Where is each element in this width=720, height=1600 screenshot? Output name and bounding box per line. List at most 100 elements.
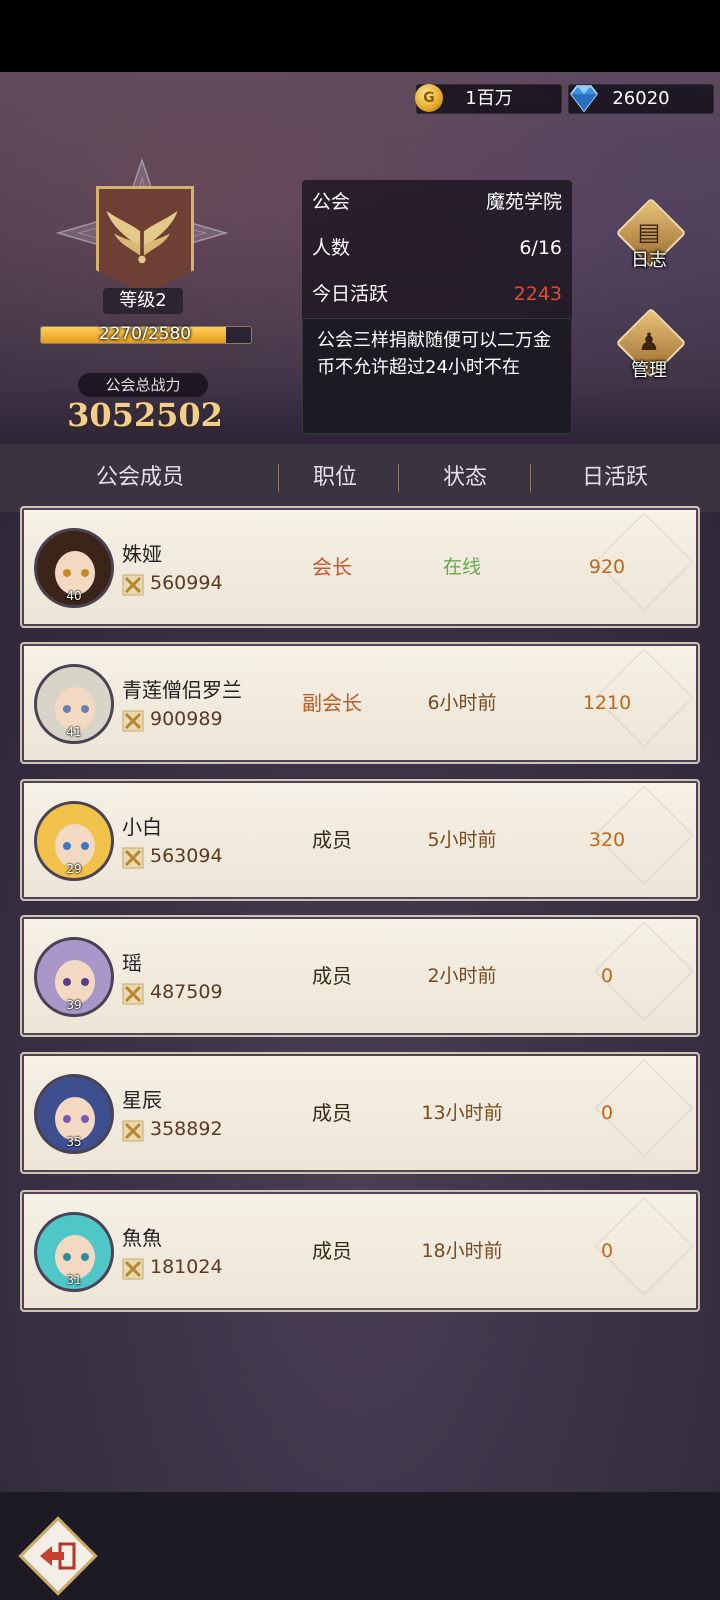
member-name: 魚魚: [122, 1226, 162, 1250]
member-avatar[interactable]: 41: [34, 664, 114, 744]
member-power: 487509: [150, 981, 223, 1003]
guild-power-label: 公会总战力: [78, 373, 208, 397]
member-daily-active: 1210: [582, 692, 632, 714]
avatar-eye: [81, 1115, 89, 1123]
avatar-eye: [81, 1253, 89, 1261]
member-power: 900989: [150, 708, 223, 730]
crossed-swords-icon: [122, 847, 144, 869]
avatar-eye: [63, 705, 71, 713]
member-level: 40: [66, 589, 82, 603]
crossed-swords-icon: [122, 574, 144, 596]
member-count-row: 人数 6/16: [312, 228, 562, 268]
member-daily-active: 0: [600, 1102, 614, 1124]
member-power: 358892: [150, 1118, 223, 1140]
member-card[interactable]: 29 小白 563094 成员 5小时前 320: [20, 779, 700, 901]
guild-name-row: 公会 魔苑学院: [312, 182, 562, 222]
guild-name-value: 魔苑学院: [485, 191, 562, 213]
member-role: 成员: [312, 828, 352, 852]
avatar-eye: [63, 1253, 71, 1261]
member-name: 星辰: [122, 1088, 162, 1112]
member-card[interactable]: 35 星辰 358892 成员 13小时前 0: [20, 1052, 700, 1174]
header-divider: [278, 464, 279, 492]
member-role: 会长: [312, 555, 352, 579]
member-role: 成员: [312, 1101, 352, 1125]
avatar-eye: [63, 1115, 71, 1123]
wings-icon: [106, 210, 178, 264]
member-list-header: 公会成员 职位 状态 日活跃: [0, 444, 720, 512]
avatar-eye: [81, 842, 89, 850]
log-button-label: 日志: [631, 250, 667, 271]
member-daily-active: 0: [600, 1240, 614, 1262]
exit-arrow-icon: [40, 1542, 76, 1570]
bottom-bar: [0, 1492, 720, 1600]
member-name: 青莲僧侣罗兰: [122, 678, 242, 702]
member-power: 560994: [150, 572, 223, 594]
member-level: 31: [66, 1273, 82, 1287]
crossed-swords-icon: [122, 983, 144, 1005]
crossed-swords-icon: [122, 1258, 144, 1280]
member-name: 小白: [122, 815, 162, 839]
guild-power-value: 3052502: [67, 396, 223, 434]
avatar-eye: [63, 978, 71, 986]
avatar-eye: [63, 569, 71, 577]
status-bar: [0, 0, 720, 72]
log-book-icon: ▤: [637, 218, 661, 246]
avatar-eye: [81, 978, 89, 986]
member-level: 29: [66, 862, 82, 876]
member-level: 41: [66, 725, 82, 739]
member-status: 在线: [442, 556, 481, 578]
member-status: 5小时前: [427, 829, 497, 851]
member-status: 18小时前: [421, 1240, 503, 1262]
member-role: 成员: [312, 964, 352, 988]
person-icon: ♟: [638, 328, 660, 356]
header-member: 公会成员: [95, 465, 184, 490]
crossed-swords-icon: [122, 710, 144, 732]
guild-name-label: 公会: [312, 191, 351, 213]
guild-level: 等级2: [103, 288, 183, 314]
member-role: 副会长: [302, 691, 362, 715]
header-daily-active: 日活跃: [581, 465, 648, 490]
member-name: 瑶: [122, 951, 142, 975]
header-role: 职位: [312, 465, 357, 490]
manage-button-label: 管理: [631, 360, 667, 381]
member-daily-active: 920: [588, 556, 626, 578]
member-count-value: 6/16: [519, 237, 562, 259]
avatar-eye: [81, 569, 89, 577]
guild-notice[interactable]: 公会三样捐献随便可以二万金币不允许超过24小时不在: [302, 318, 572, 434]
gold-display[interactable]: G 1百万: [415, 84, 562, 114]
header-divider: [530, 464, 531, 492]
member-status: 6小时前: [427, 692, 497, 714]
crossed-swords-icon: [122, 1120, 144, 1142]
member-card[interactable]: 31 魚魚 181024 成员 18小时前 0: [20, 1190, 700, 1312]
header-divider: [398, 464, 399, 492]
member-count-label: 人数: [312, 237, 351, 259]
member-avatar[interactable]: 40: [34, 528, 114, 608]
avatar-eye: [81, 705, 89, 713]
header-status: 状态: [442, 465, 487, 490]
member-avatar[interactable]: 29: [34, 801, 114, 881]
member-avatar[interactable]: 31: [34, 1212, 114, 1292]
member-card[interactable]: 41 青莲僧侣罗兰 900989 副会长 6小时前 1210: [20, 642, 700, 764]
member-card[interactable]: 39 瑶 487509 成员 2小时前 0: [20, 915, 700, 1037]
member-avatar[interactable]: 35: [34, 1074, 114, 1154]
member-daily-active: 0: [600, 965, 614, 987]
member-status: 2小时前: [427, 965, 497, 987]
member-role: 成员: [312, 1239, 352, 1263]
member-status: 13小时前: [421, 1102, 503, 1124]
gem-display[interactable]: 26020: [568, 84, 714, 114]
member-avatar[interactable]: 39: [34, 937, 114, 1017]
avatar-eye: [63, 842, 71, 850]
member-name: 姝娅: [122, 542, 162, 566]
log-button[interactable]: ▤ 日志: [614, 197, 687, 278]
member-power: 181024: [150, 1256, 223, 1278]
daily-active-value: 2243: [513, 283, 562, 305]
gem-value: 26020: [612, 88, 670, 109]
back-button[interactable]: [16, 1514, 100, 1598]
gold-value: 1百万: [465, 88, 513, 109]
member-level: 39: [66, 998, 82, 1012]
daily-active-row: 今日活跃 2243: [312, 274, 562, 314]
member-card[interactable]: 40 姝娅 560994 会长 在线 920: [20, 506, 700, 628]
member-daily-active: 320: [588, 829, 626, 851]
manage-button[interactable]: ♟ 管理: [614, 307, 687, 388]
member-level: 35: [66, 1135, 82, 1149]
